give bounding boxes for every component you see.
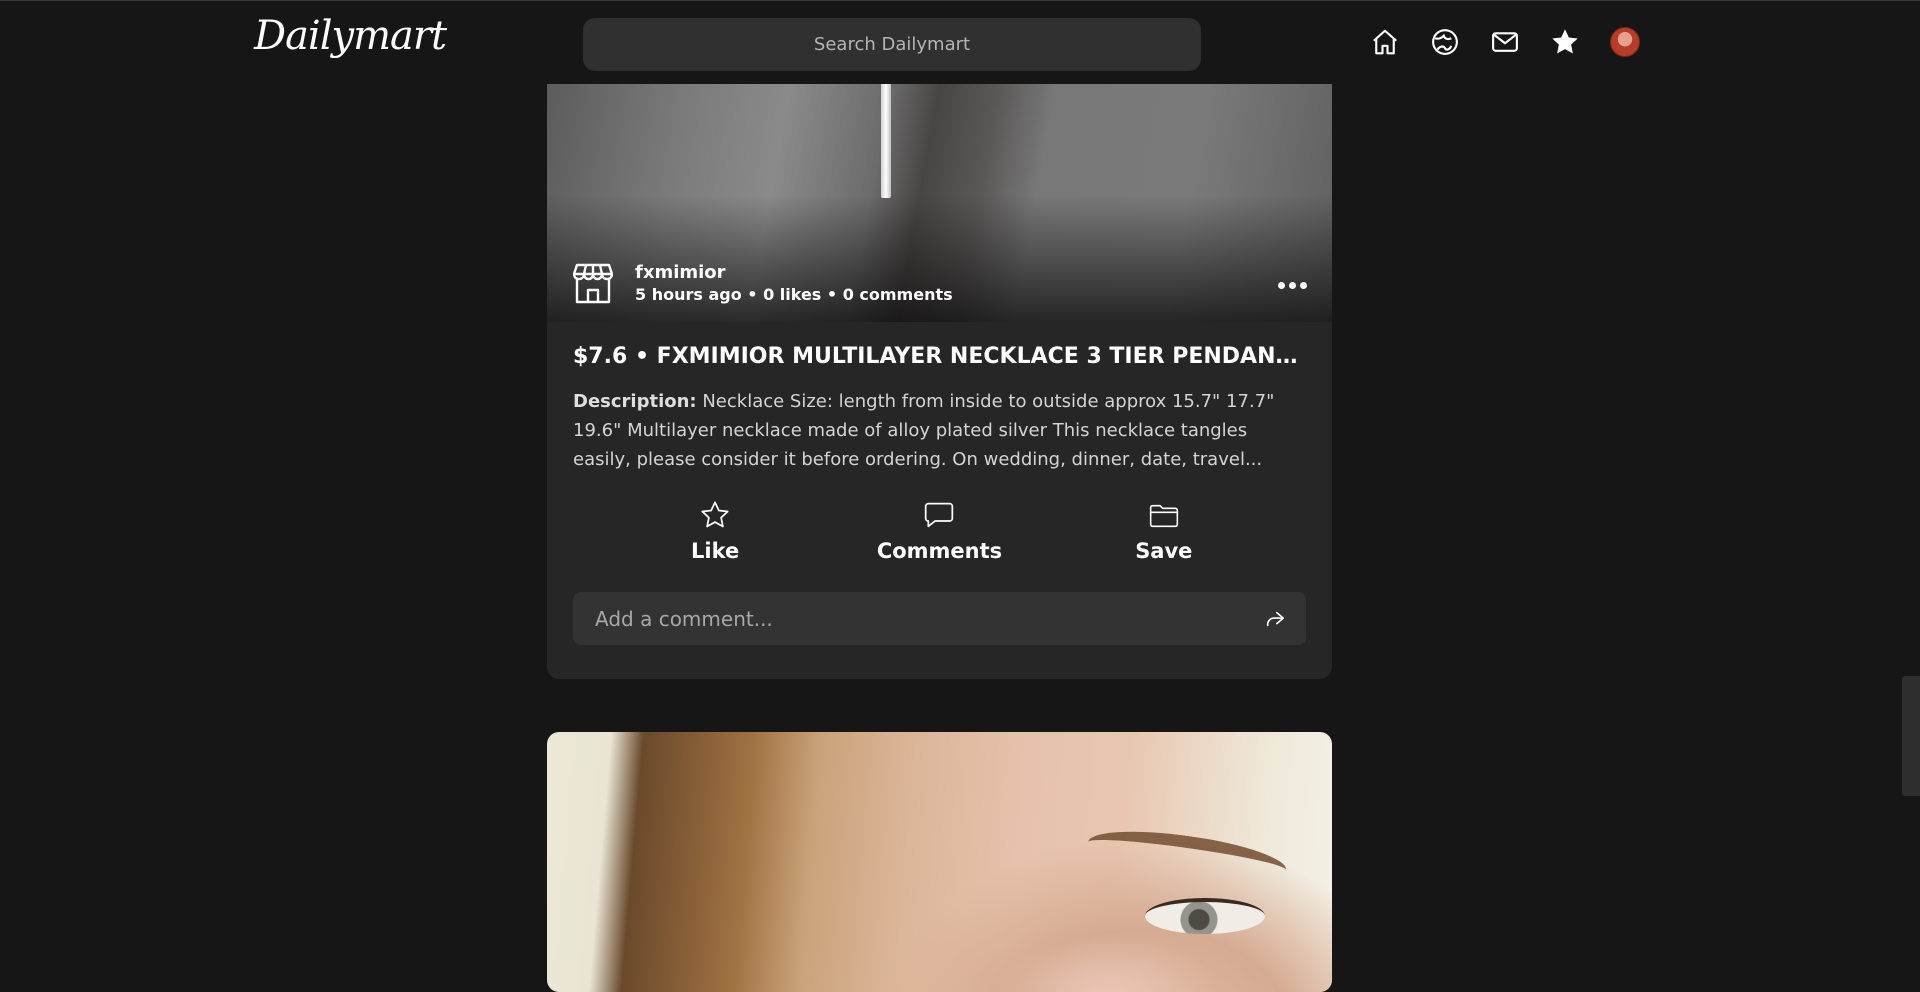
description-label: Description: <box>573 391 697 412</box>
nav-icon-group <box>1368 25 1642 59</box>
dailymart-logo[interactable]: Dailymart <box>254 13 447 59</box>
user-avatar-button[interactable] <box>1608 25 1642 59</box>
mail-icon[interactable] <box>1488 25 1522 59</box>
globe-icon[interactable] <box>1428 25 1462 59</box>
dot-icon <box>1289 282 1296 289</box>
product-description: Description: Necklace Size: length from … <box>573 387 1306 474</box>
comments-label: Comments <box>876 539 1003 563</box>
star-icon[interactable] <box>1548 25 1582 59</box>
more-options-button[interactable] <box>1278 282 1307 289</box>
top-navigation-bar: Dailymart <box>0 0 1920 84</box>
post-meta: 5 hours ago • 0 likes • 0 comments <box>635 285 953 304</box>
search-input[interactable] <box>583 18 1201 71</box>
eye-graphic <box>1145 898 1265 934</box>
like-label: Like <box>691 539 740 563</box>
scrollbar-thumb[interactable] <box>1902 676 1920 796</box>
necklace-pendant-graphic <box>881 80 891 198</box>
save-label: Save <box>1135 539 1193 563</box>
speech-bubble-icon <box>925 502 954 528</box>
avatar <box>1610 27 1640 57</box>
seller-name[interactable]: fxmimior <box>635 262 953 283</box>
store-icon <box>573 263 613 304</box>
product-post-card: fxmimior 5 hours ago • 0 likes • 0 comme… <box>547 40 1332 679</box>
send-arrow-icon[interactable] <box>1264 608 1286 630</box>
seller-text: fxmimior 5 hours ago • 0 likes • 0 comme… <box>635 262 953 304</box>
save-button[interactable]: Save <box>1084 499 1244 563</box>
folder-icon <box>1149 504 1178 528</box>
star-outline-icon <box>701 501 729 528</box>
like-button[interactable]: Like <box>635 499 795 563</box>
post-body: $7.6 • FXMIMIOR MULTILAYER NECKLACE 3 TI… <box>547 322 1332 645</box>
product-title[interactable]: $7.6 • FXMIMIOR MULTILAYER NECKLACE 3 TI… <box>573 344 1306 369</box>
dot-icon <box>1300 282 1307 289</box>
product-post-card <box>547 732 1332 992</box>
home-icon[interactable] <box>1368 25 1402 59</box>
comment-box <box>573 592 1306 645</box>
dot-icon <box>1278 282 1285 289</box>
comment-input[interactable] <box>593 605 1264 632</box>
post-actions: Like Comments Save <box>573 499 1306 563</box>
comments-button[interactable]: Comments <box>859 499 1019 563</box>
seller-info[interactable]: fxmimior 5 hours ago • 0 likes • 0 comme… <box>573 262 953 304</box>
